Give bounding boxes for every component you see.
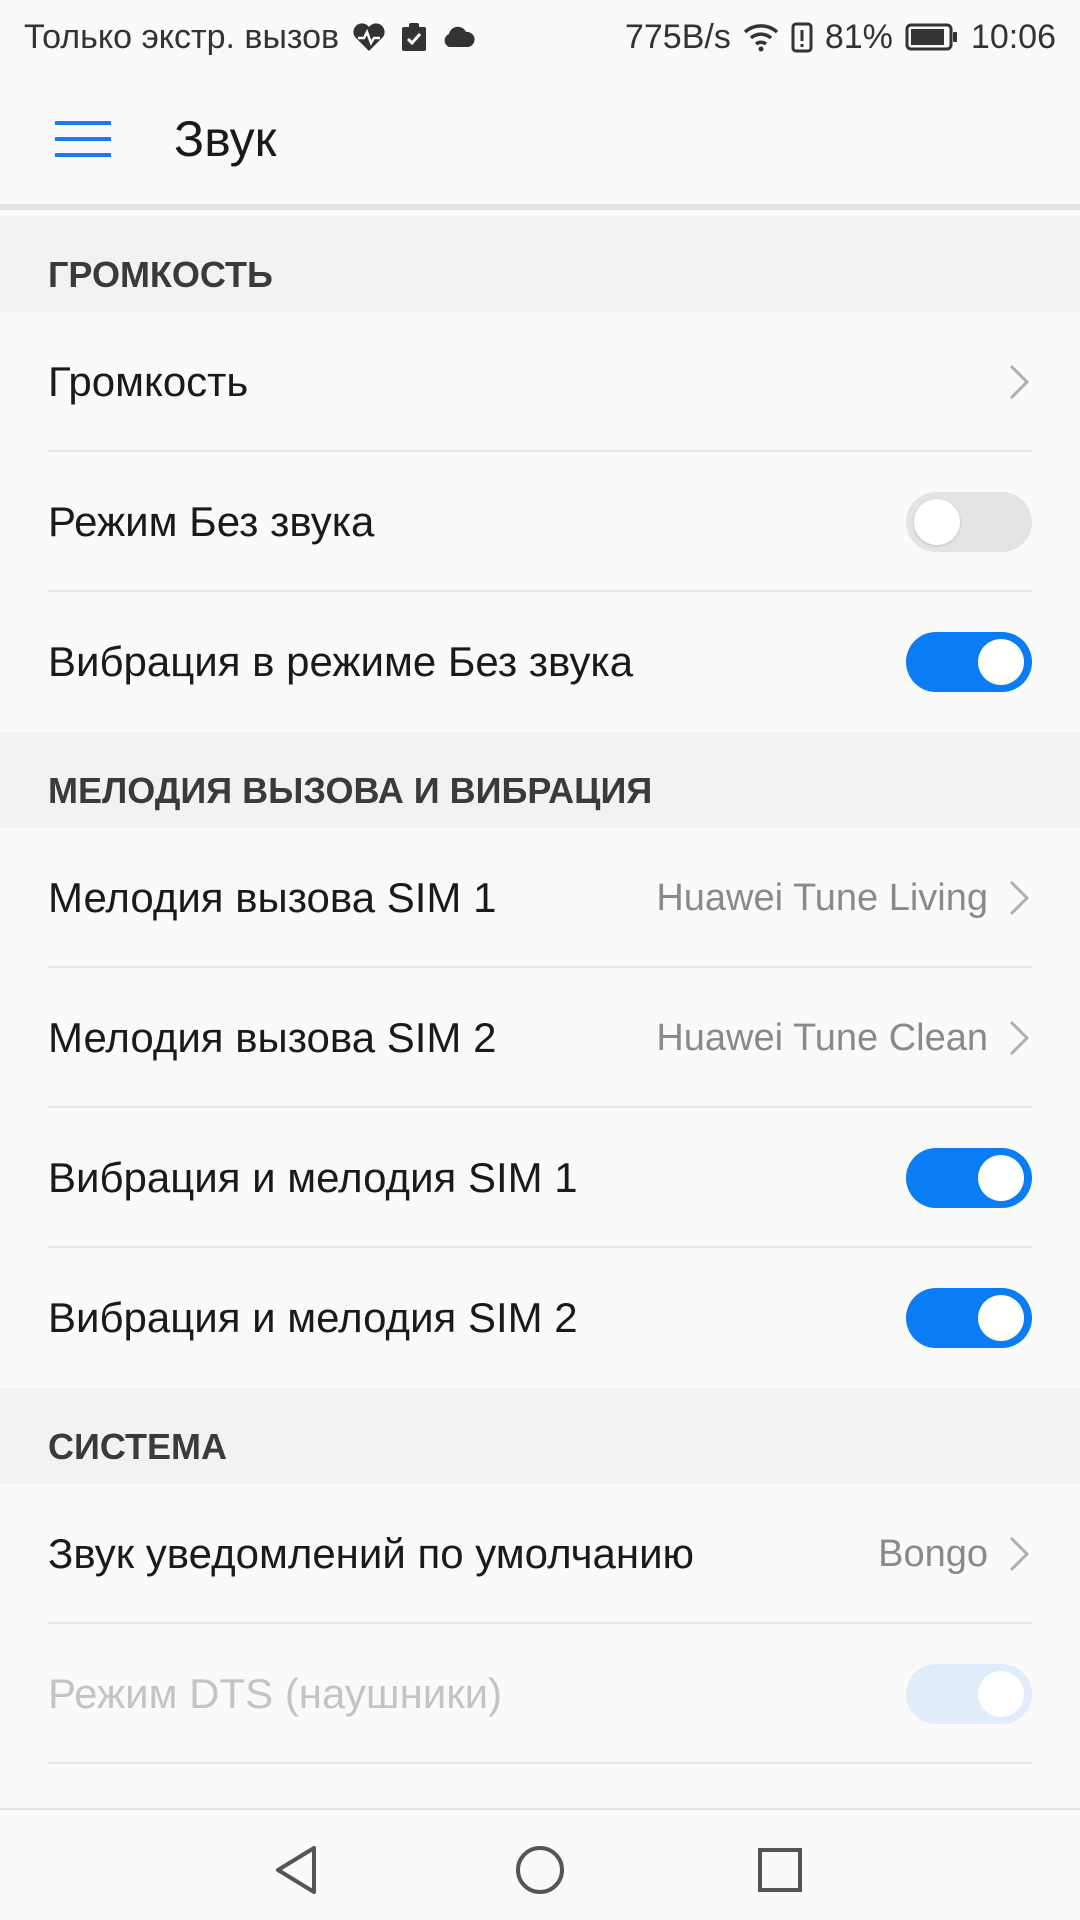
setting-row-ringtone-sim2[interactable]: Мелодия вызова SIM 2 Huawei Tune Clean <box>0 968 1080 1108</box>
hamburger-menu-icon <box>55 121 111 157</box>
battery-icon <box>905 23 959 51</box>
page-title: Звук <box>174 111 277 167</box>
home-icon <box>516 1846 564 1894</box>
recents-button[interactable] <box>740 1830 820 1910</box>
wifi-icon <box>743 22 779 52</box>
section-header-system: СИСТЕМА <box>0 1388 1080 1484</box>
setting-row-vibrate-silent: Вибрация в режиме Без звука <box>0 592 1080 732</box>
setting-row-notification-sound[interactable]: Звук уведомлений по умолчанию Bongo <box>0 1484 1080 1624</box>
chevron-right-icon <box>1006 362 1032 402</box>
setting-row-vibrate-ring-sim2: Вибрация и мелодия SIM 2 <box>0 1248 1080 1388</box>
back-icon <box>276 1846 316 1894</box>
setting-row-ringtone-sim1[interactable]: Мелодия вызова SIM 1 Huawei Tune Living <box>0 828 1080 968</box>
heart-rate-icon <box>351 21 387 53</box>
dts-mode-toggle <box>906 1664 1032 1724</box>
battery-saver-icon <box>791 21 813 53</box>
battery-percent: 81% <box>824 17 893 56</box>
setting-label: Режим DTS (наушники) <box>48 1670 503 1717</box>
setting-row-volume[interactable]: Громкость <box>0 312 1080 452</box>
section-header-volume: ГРОМКОСТЬ <box>0 216 1080 312</box>
net-speed: 775B/s <box>624 17 731 56</box>
chevron-right-icon <box>1006 1534 1032 1574</box>
setting-label: Звук уведомлений по умолчанию <box>48 1530 695 1577</box>
chevron-right-icon <box>1006 1018 1032 1058</box>
setting-row-vibrate-ring-sim1: Вибрация и мелодия SIM 1 <box>0 1108 1080 1248</box>
status-bar: Только экстр. вызов 775B/s 81% 10:06 <box>0 0 1080 74</box>
setting-label: Громкость <box>48 358 249 405</box>
section-header-ringtone: МЕЛОДИЯ ВЫЗОВА И ВИБРАЦИЯ <box>0 732 1080 828</box>
home-button[interactable] <box>500 1830 580 1910</box>
setting-value: Bongo <box>878 1532 988 1575</box>
status-right: 775B/s 81% 10:06 <box>625 18 1056 57</box>
toggle-knob <box>978 639 1024 685</box>
setting-label: Вибрация и мелодия SIM 2 <box>48 1294 578 1341</box>
toggle-knob <box>978 1671 1024 1717</box>
clock: 10:06 <box>970 17 1056 56</box>
divider <box>48 1762 1032 1764</box>
setting-label: Режим Без звука <box>48 498 375 545</box>
setting-label: Вибрация в режиме Без звука <box>48 638 634 685</box>
navigation-bar <box>0 1808 1080 1920</box>
recents-icon <box>758 1848 802 1892</box>
menu-button[interactable] <box>28 84 138 194</box>
toggle-knob <box>914 499 960 545</box>
silent-mode-toggle[interactable] <box>906 492 1032 552</box>
vibrate-ring-sim1-toggle[interactable] <box>906 1148 1032 1208</box>
back-button[interactable] <box>258 1830 338 1910</box>
setting-value: Huawei Tune Living <box>656 876 988 919</box>
cloud-icon <box>441 25 475 49</box>
toggle-knob <box>978 1155 1024 1201</box>
setting-label: Мелодия вызова SIM 1 <box>48 874 497 921</box>
setting-label: Мелодия вызова SIM 2 <box>48 1014 497 1061</box>
setting-label: Вибрация и мелодия SIM 1 <box>48 1154 578 1201</box>
setting-row-dts-mode: Режим DTS (наушники) <box>0 1624 1080 1764</box>
status-left: Только экстр. вызов <box>24 18 475 57</box>
toggle-knob <box>978 1295 1024 1341</box>
vibrate-silent-toggle[interactable] <box>906 632 1032 692</box>
setting-value: Huawei Tune Clean <box>656 1016 988 1059</box>
carrier-text: Только экстр. вызов <box>24 17 340 56</box>
settings-list: ГРОМКОСТЬ Громкость Режим Без звука Вибр… <box>0 216 1080 1764</box>
app-bar: Звук <box>0 74 1080 210</box>
setting-row-silent-mode: Режим Без звука <box>0 452 1080 592</box>
clipboard-check-icon <box>399 21 429 53</box>
chevron-right-icon <box>1006 878 1032 918</box>
vibrate-ring-sim2-toggle[interactable] <box>906 1288 1032 1348</box>
